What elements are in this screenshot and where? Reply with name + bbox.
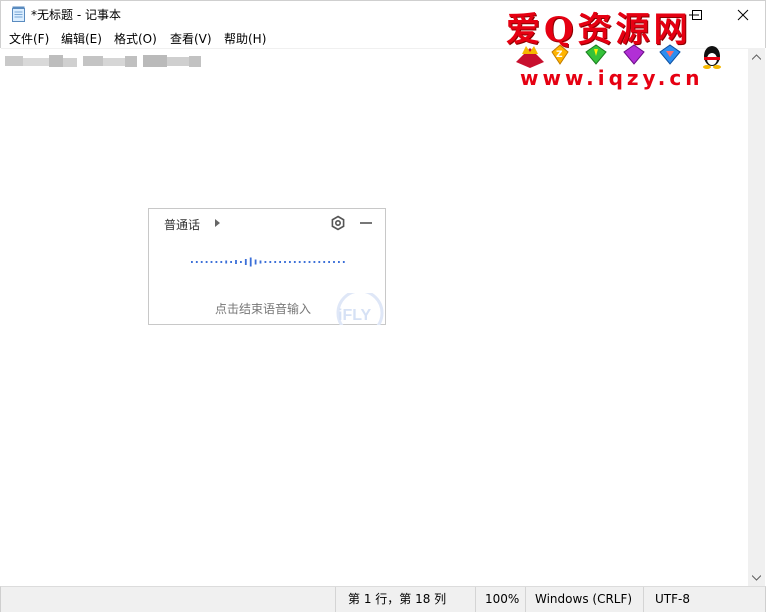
waveform-bar [318,261,321,263]
waveform-bar [220,261,223,263]
waveform-bar [235,260,237,264]
gem-blue-icon [659,44,681,65]
settings-icon[interactable] [330,215,346,231]
waveform-bar [279,261,281,263]
svg-text:Z: Z [556,50,563,60]
zoom-level: 100% [475,587,525,612]
chevron-down-icon [752,574,761,581]
window-title: *无标题 - 记事本 [31,8,121,22]
watermark-logo: 爱Q资源网 Z www.iqzy.cn [506,2,738,92]
waveform-bar [249,257,252,267]
waveform-bar [225,260,228,264]
waveform-bar [264,261,267,263]
scroll-down-button[interactable] [748,569,765,586]
close-icon [737,9,749,21]
qq-penguin-icon [703,46,721,69]
cursor-position: 第 1 行，第 18 列 [335,587,475,612]
gem-green-icon [585,44,607,65]
waveform-bar [323,261,326,263]
notepad-icon [12,6,25,22]
waveform-bar [328,261,330,263]
waveform-bar [215,261,218,263]
minus-icon [360,222,372,224]
menu-view[interactable]: 查看(V) [169,30,213,47]
watermark-url: www.iqzy.cn [520,66,704,90]
vertical-scrollbar[interactable] [748,48,765,586]
waveform-bar [284,261,286,263]
waveform-bar [333,261,335,263]
waveform-bar [342,261,345,263]
waveform-bar [210,261,213,263]
waveform-bar [313,261,316,263]
gem-purple-icon [623,44,645,65]
waveform-bar [269,261,272,263]
waveform-bar [303,261,306,263]
minimize-panel-button[interactable] [359,215,373,231]
ifly-logo: iFLY [336,293,384,325]
scroll-up-button[interactable] [748,48,765,65]
voice-input-panel[interactable]: 普通话 点击结束语音输入 iFLY [148,208,386,325]
encoding: UTF-8 [643,587,750,612]
waveform-bar [254,259,257,265]
waveform-bar [338,261,340,263]
chevron-up-icon [752,53,761,60]
waveform-bar [289,261,291,263]
menu-help[interactable]: 帮助(H) [223,30,267,47]
waveform-bar [244,259,247,265]
status-bar: 第 1 行，第 18 列 100% Windows (CRLF) UTF-8 [0,586,766,612]
waveform-bar [200,261,203,263]
crown-icon [516,46,544,68]
caret-right-icon[interactable] [215,219,220,227]
waveform-bar [230,261,232,263]
waveform-bar [195,261,198,263]
waveform-bar [298,261,301,263]
menu-format[interactable]: 格式(O) [113,30,158,47]
waveform-bar [240,261,242,263]
line-ending: Windows (CRLF) [525,587,643,612]
waveform-bar [205,261,208,263]
blurred-text [5,55,201,67]
menu-file[interactable]: 文件(F) [8,30,50,47]
stop-voice-hint[interactable]: 点击结束语音输入 [215,300,311,317]
svg-text:iFLY: iFLY [338,307,372,324]
waveform-bar [259,260,262,264]
audio-waveform [191,257,345,267]
language-selector[interactable]: 普通话 [164,216,200,233]
menu-edit[interactable]: 编辑(E) [60,30,103,47]
waveform-bar [308,261,311,263]
waveform-bar [293,261,296,263]
gem-yellow-icon: Z [551,44,569,65]
waveform-bar [191,261,193,263]
waveform-bar [274,261,277,263]
